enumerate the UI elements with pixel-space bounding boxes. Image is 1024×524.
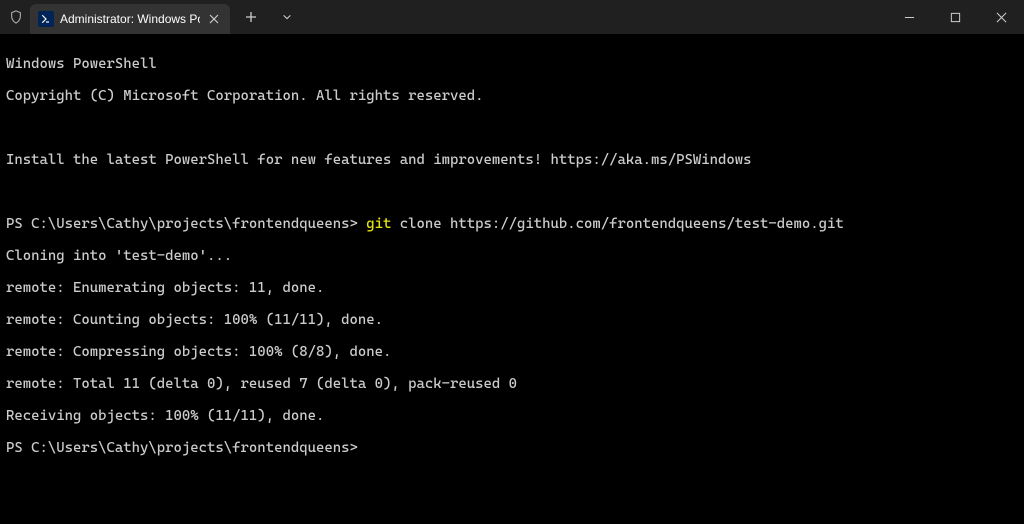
window-controls xyxy=(886,0,1024,34)
command-keyword: git xyxy=(366,216,391,232)
titlebar-drag-region[interactable] xyxy=(302,0,886,34)
window-titlebar: Administrator: Windows Powe xyxy=(0,0,1024,34)
command-line: PS C:\Users\Cathy\projects\frontendqueen… xyxy=(6,216,1018,232)
tab-dropdown-button[interactable] xyxy=(272,12,302,22)
admin-shield-icon xyxy=(8,9,24,25)
command-args: clone https://github.com/frontendqueens/… xyxy=(391,216,843,232)
minimize-button[interactable] xyxy=(886,0,932,34)
banner-line: Copyright (C) Microsoft Corporation. All… xyxy=(6,88,1018,104)
tab-powershell[interactable]: Administrator: Windows Powe xyxy=(30,4,230,34)
tab-title: Administrator: Windows Powe xyxy=(60,12,200,26)
banner-line: Windows PowerShell xyxy=(6,56,1018,72)
prompt-line: PS C:\Users\Cathy\projects\frontendqueen… xyxy=(6,440,1018,456)
output-line: Receiving objects: 100% (11/11), done. xyxy=(6,408,1018,424)
powershell-icon xyxy=(38,11,54,27)
output-line: remote: Enumerating objects: 11, done. xyxy=(6,280,1018,296)
close-window-button[interactable] xyxy=(978,0,1024,34)
tab-close-button[interactable] xyxy=(206,11,222,27)
titlebar-left: Administrator: Windows Powe xyxy=(0,0,302,34)
terminal-viewport[interactable]: Windows PowerShell Copyright (C) Microso… xyxy=(0,34,1024,524)
output-line: Cloning into 'test-demo'... xyxy=(6,248,1018,264)
output-line: remote: Total 11 (delta 0), reused 7 (de… xyxy=(6,376,1018,392)
install-msg: Install the latest PowerShell for new fe… xyxy=(6,152,1018,168)
output-line: remote: Counting objects: 100% (11/11), … xyxy=(6,312,1018,328)
prompt-path: PS C:\Users\Cathy\projects\frontendqueen… xyxy=(6,440,358,456)
output-line: remote: Compressing objects: 100% (8/8),… xyxy=(6,344,1018,360)
prompt-path: PS C:\Users\Cathy\projects\frontendqueen… xyxy=(6,216,366,232)
blank-line xyxy=(6,120,1018,136)
blank-line xyxy=(6,184,1018,200)
new-tab-button[interactable] xyxy=(236,11,266,23)
maximize-button[interactable] xyxy=(932,0,978,34)
